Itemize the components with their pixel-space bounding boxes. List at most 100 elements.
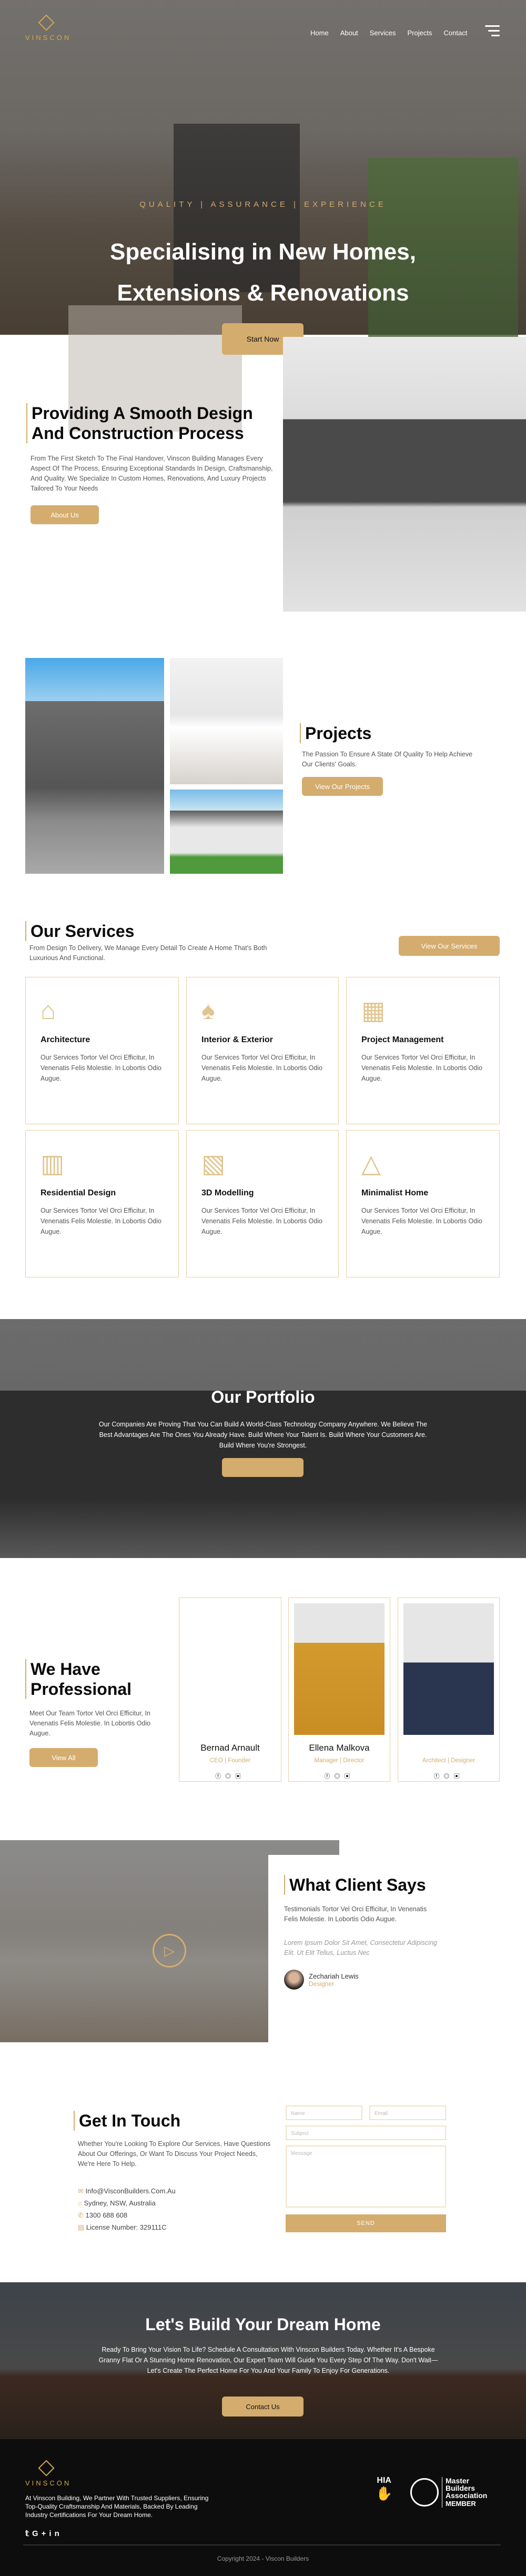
logo-diamond-icon xyxy=(38,14,55,31)
about-title: Providing A Smooth Design And Constructi… xyxy=(26,403,274,443)
team-card: Architect | Designer ⓕ◎▣ xyxy=(398,1597,500,1782)
portfolio-button[interactable] xyxy=(222,1458,304,1477)
instagram-icon[interactable]: ◎ xyxy=(225,1773,235,1780)
cta-section: Let's Build Your Dream Home Ready To Bri… xyxy=(0,2282,526,2439)
instagram-icon[interactable]: ◎ xyxy=(444,1773,454,1780)
footer-divider xyxy=(23,2544,501,2545)
service-card[interactable]: ⌂ Architecture Our Services Tortor Vel Orc… xyxy=(25,977,179,1124)
projects-title: Projects xyxy=(300,723,473,743)
footer: VINSCON At Vinscon Building, We Partner … xyxy=(0,2439,526,2576)
modern-building-icon: ▦ xyxy=(361,997,386,1025)
author-avatar xyxy=(284,1970,304,1990)
team-card: Ellena Malkova Manager | Director ⓕ◎▣ xyxy=(288,1597,390,1782)
hero-title: Specialising in New Homes, Extensions & … xyxy=(0,232,526,314)
service-title: Architecture xyxy=(41,1035,90,1044)
service-card[interactable]: ▦ Project Management Our Services Tortor V… xyxy=(346,977,500,1124)
contact-section: Get In Touch Whether You're Looking To E… xyxy=(0,2042,526,2282)
hamburger-menu-icon[interactable] xyxy=(485,25,500,39)
footer-logo[interactable]: VINSCON xyxy=(25,2460,72,2487)
nav-about[interactable]: About xyxy=(340,29,358,37)
facebook-icon[interactable]: ⓕ xyxy=(215,1773,225,1780)
projects-body: The Passion To Ensure A State Of Quality… xyxy=(302,751,473,768)
logo[interactable]: VINSCON xyxy=(25,14,69,42)
member-name: Ellena Malkova xyxy=(309,1743,370,1753)
play-video-icon[interactable]: ▷ xyxy=(153,1934,186,1968)
mba-text: Master xyxy=(446,2477,470,2485)
linkedin-icon[interactable]: ▣ xyxy=(235,1773,245,1780)
footer-social: 𝕥G+in xyxy=(25,2529,63,2538)
contact-body: Whether You're Looking To Explore Our Se… xyxy=(78,2140,271,2168)
service-card[interactable]: ▧ 3D Modelling Our Services Tortor Vel Orc… xyxy=(186,1130,339,1277)
facebook-icon[interactable]: ⓕ xyxy=(434,1773,444,1780)
instagram-icon[interactable]: ◎ xyxy=(335,1773,345,1780)
about-us-button[interactable]: About Us xyxy=(31,505,99,524)
residence-icon: ▥ xyxy=(41,1150,65,1178)
social-icons: ⓕ◎▣ xyxy=(398,1772,499,1780)
hand-icon: ✋ xyxy=(376,2485,393,2501)
google-plus-icon[interactable]: G+ xyxy=(32,2529,49,2538)
mba-logo: Master Builders Association MEMBER xyxy=(442,2477,487,2508)
contact-address: ⌂ Sydney, NSW, Australia xyxy=(78,2197,271,2209)
contact-phone[interactable]: ✆ 1300 688 608 xyxy=(78,2209,271,2221)
team-body: Meet Our Team Tortor Vel Orci Efficitur,… xyxy=(29,1710,150,1737)
social-icons: ⓕ◎▣ xyxy=(289,1772,390,1780)
phone-text: 1300 688 608 xyxy=(85,2211,128,2219)
name-input[interactable]: Name xyxy=(286,2105,362,2120)
view-services-button[interactable]: View Our Services xyxy=(399,936,500,956)
portfolio-section: Our Portfolio Our Companies Are Proving … xyxy=(0,1319,526,1558)
logo-text: VINSCON xyxy=(25,2479,72,2487)
team-title: We Have Professional xyxy=(25,1659,173,1699)
testimonial-body: Testimonials Tortor Vel Orci Efficitur, … xyxy=(284,1905,427,1923)
address-text: Sydney, NSW, Australia xyxy=(84,2199,156,2207)
3d-building-icon: ▧ xyxy=(201,1150,226,1178)
service-title: Interior & Exterior xyxy=(201,1035,274,1044)
service-card[interactable]: ♠ Interior & Exterior Our Services Tortor … xyxy=(186,977,339,1124)
facebook-icon[interactable]: ⓕ xyxy=(325,1773,335,1780)
message-textarea[interactable]: Message xyxy=(286,2145,446,2208)
member-role: CEO | Founder xyxy=(209,1758,251,1764)
phone-icon: ✆ xyxy=(78,2211,84,2219)
twitter-icon[interactable]: 𝕥 xyxy=(25,2529,32,2538)
nav-services[interactable]: Services xyxy=(370,29,396,37)
email-input[interactable]: Email xyxy=(369,2105,446,2120)
projects-section: Projects The Passion To Ensure A State O… xyxy=(0,630,526,903)
service-card[interactable]: ▥ Residential Design Our Services Tortor V… xyxy=(25,1130,179,1277)
service-body: Our Services Tortor Vel Orci Efficitur, … xyxy=(361,1054,482,1082)
house-outline-icon: ⌂ xyxy=(41,997,56,1025)
hia-text: HIA xyxy=(377,2476,391,2485)
project-cottage-image[interactable] xyxy=(170,790,283,874)
service-body: Our Services Tortor Vel Orci Efficitur, … xyxy=(201,1207,322,1235)
nav-home[interactable]: Home xyxy=(310,29,329,37)
view-all-button[interactable]: View All xyxy=(29,1748,98,1767)
contact-us-button[interactable]: Contact Us xyxy=(222,2397,304,2417)
view-projects-button[interactable]: View Our Projects xyxy=(302,777,383,796)
nav-projects[interactable]: Projects xyxy=(408,29,432,37)
contact-email[interactable]: ✉ Info@VisconBuilders.Com.Au xyxy=(78,2185,271,2197)
subject-input[interactable]: Subject xyxy=(286,2125,446,2140)
member-role: Architect | Designer xyxy=(422,1758,476,1764)
linkedin-icon[interactable]: in xyxy=(49,2529,62,2538)
hero-section: VINSCON Home About Services Projects Contact… xyxy=(0,0,526,432)
email-text: Info@VisconBuilders.Com.Au xyxy=(85,2187,176,2195)
member-name: Bernad Arnault xyxy=(200,1743,260,1753)
copyright: Copyright 2024 - Viscon Builders xyxy=(217,2555,309,2562)
linkedin-icon[interactable]: ▣ xyxy=(454,1773,464,1780)
project-kitchen-image[interactable] xyxy=(170,658,283,784)
cta-title: Let's Build Your Dream Home xyxy=(145,2315,381,2334)
project-house-image[interactable] xyxy=(25,658,164,874)
linkedin-icon[interactable]: ▣ xyxy=(345,1773,355,1780)
service-body: Our Services Tortor Vel Orci Efficitur, … xyxy=(41,1207,161,1235)
hero-tagline: QUALITY | ASSURANCE | EXPERIENCE xyxy=(139,200,387,209)
service-title: Residential Design xyxy=(41,1189,116,1197)
service-title: 3D Modelling xyxy=(201,1189,254,1197)
about-body: From The First Sketch To The Final Hando… xyxy=(31,455,273,492)
testimonial-section: ▷ What Client Says Testimonials Tortor V… xyxy=(0,1832,526,2042)
member-photo xyxy=(294,1603,385,1735)
nav-contact[interactable]: Contact xyxy=(444,29,468,37)
service-card[interactable]: △ Minimalist Home Our Services Tortor Vel … xyxy=(346,1130,500,1277)
mail-icon: ✉ xyxy=(78,2187,84,2195)
location-icon: ⌂ xyxy=(78,2199,82,2207)
send-button[interactable]: SEND xyxy=(286,2214,446,2232)
trees-outline-icon: ♠ xyxy=(201,997,215,1025)
team-card: Bernad Arnault CEO | Founder ⓕ◎▣ xyxy=(179,1597,281,1782)
